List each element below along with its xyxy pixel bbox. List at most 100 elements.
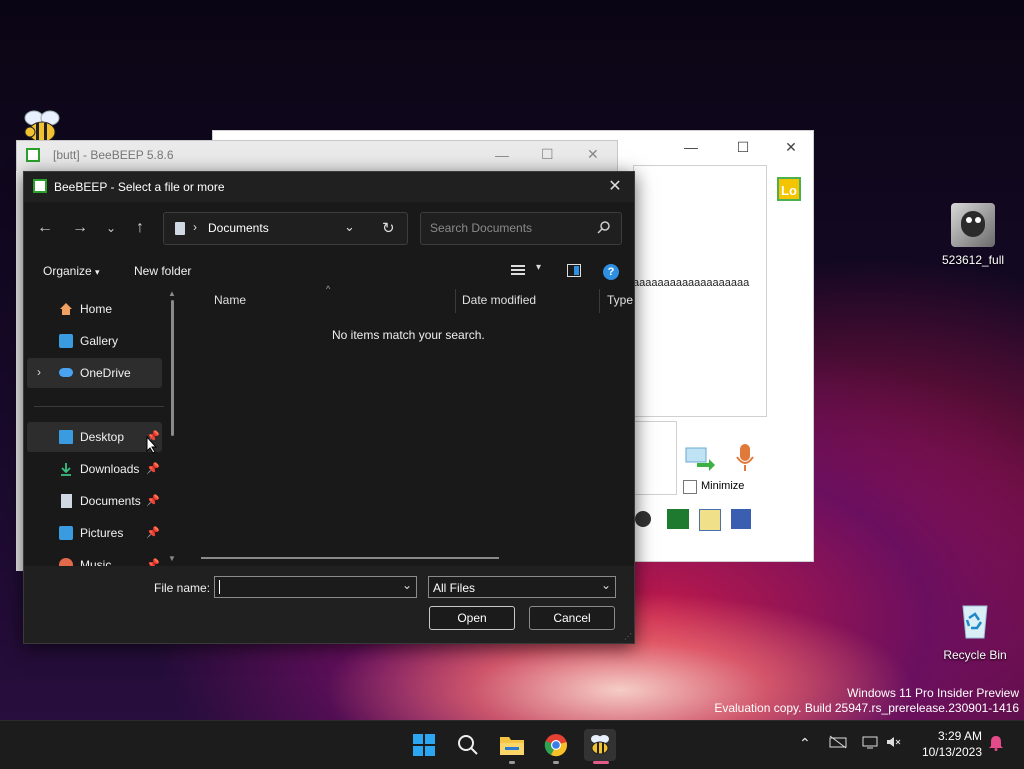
document-icon [61, 494, 72, 508]
start-windows-icon[interactable] [408, 729, 440, 761]
image-thumbnail-icon [951, 203, 995, 247]
address-bar[interactable]: › Documents ⌄ ↻ [163, 212, 408, 245]
new-folder-button[interactable]: New folder [134, 264, 191, 278]
minimize-icon[interactable]: — [681, 139, 701, 155]
clock-date[interactable]: 10/13/2023 [912, 745, 982, 759]
windows-watermark-line2: Evaluation copy. Build 25947.rs_prerelea… [714, 701, 1019, 715]
nav-item-downloads[interactable]: Downloads 📌 [27, 454, 162, 484]
file-name-label: File name: [154, 581, 211, 595]
nav-item-onedrive[interactable]: › OneDrive [27, 358, 162, 388]
document-icon [175, 222, 185, 235]
cancel-button[interactable]: Cancel [529, 606, 615, 630]
nav-item-documents[interactable]: Documents 📌 [27, 486, 162, 516]
file-name-input[interactable]: ⌄ [214, 576, 417, 598]
desktop-icon-recycle-bin[interactable]: Recycle Bin [935, 598, 1015, 662]
nav-item-label: Documents [80, 494, 141, 508]
beebeep-main-window-titlebar: [butt] - BeeBEEP 5.8.6 — ☐ ✕ [16, 140, 618, 172]
search-input[interactable]: Search Documents [430, 221, 532, 235]
minimize-checkbox-label: Minimize [701, 480, 745, 492]
clock-time[interactable]: 3:29 AM [932, 729, 982, 743]
dialog-footer: File name: ⌄ All Files ⌄ Open Cancel ⋰ [24, 566, 634, 643]
running-indicator [553, 761, 559, 764]
minimize-checkbox[interactable] [683, 480, 697, 494]
refresh-icon[interactable]: ↻ [382, 219, 395, 237]
search-box[interactable]: Search Documents [420, 212, 622, 245]
screenshot-icon[interactable] [667, 509, 689, 529]
maximize-icon[interactable]: ☐ [541, 146, 554, 163]
display-icon[interactable] [862, 735, 878, 752]
pin-icon[interactable]: 📌 [146, 462, 160, 475]
chevron-down-icon[interactable]: ⌄ [344, 219, 355, 235]
desktop-icon-image-file[interactable]: 523612_full [933, 203, 1013, 267]
notification-bell-icon[interactable] [988, 735, 1004, 754]
help-icon[interactable]: ? [603, 264, 619, 280]
chevron-down-icon: ▾ [95, 267, 100, 277]
edit-note-icon[interactable] [699, 509, 721, 531]
save-disk-icon[interactable] [731, 509, 751, 529]
nav-item-label: Gallery [80, 334, 119, 348]
column-header-date-modified[interactable]: Date modified [462, 293, 536, 307]
chevron-down-icon[interactable]: ⌄ [402, 578, 412, 592]
column-separator[interactable] [455, 289, 456, 313]
up-arrow-icon[interactable]: ↑ [129, 217, 151, 239]
file-type-filter-select[interactable]: All Files ⌄ [428, 576, 616, 598]
nav-scrollbar[interactable] [171, 300, 174, 436]
search-icon[interactable] [452, 729, 484, 761]
record-icon[interactable] [635, 511, 651, 527]
microphone-icon[interactable] [735, 443, 755, 473]
column-separator[interactable] [599, 289, 600, 313]
close-icon[interactable]: ✕ [587, 146, 599, 163]
nav-divider [34, 406, 164, 407]
send-file-icon[interactable] [685, 445, 715, 471]
network-icon[interactable] [829, 735, 847, 752]
horizontal-scrollbar[interactable] [201, 557, 499, 559]
view-options-icon[interactable] [511, 265, 527, 277]
toolbar-bottom [633, 503, 803, 533]
chevron-up-icon[interactable]: ⌃ [799, 735, 811, 752]
file-explorer-icon[interactable] [496, 729, 528, 761]
running-indicator [509, 761, 515, 764]
chevron-right-icon[interactable]: › [37, 365, 41, 379]
chevron-down-icon[interactable]: ⌄ [100, 217, 122, 239]
preview-pane-icon[interactable] [567, 264, 581, 277]
organize-menu-button[interactable]: Organize ▾ [43, 264, 100, 278]
windows-watermark-line1: Windows 11 Pro Insider Preview [847, 686, 1019, 700]
chevron-down-icon[interactable]: ▾ [536, 262, 541, 273]
close-icon[interactable]: ✕ [604, 176, 626, 198]
search-icon[interactable] [597, 220, 611, 234]
chevron-down-icon[interactable]: ⌄ [601, 578, 611, 592]
scroll-up-icon[interactable]: ▲ [168, 289, 176, 298]
maximize-icon[interactable]: ☐ [733, 139, 753, 155]
column-header-type[interactable]: Type [607, 293, 633, 307]
organize-label: Organize [43, 264, 92, 278]
nav-item-pictures[interactable]: Pictures 📌 [27, 518, 162, 548]
chrome-icon[interactable] [540, 729, 572, 761]
text-caret [219, 580, 220, 594]
breadcrumb-documents[interactable]: Documents [208, 221, 269, 235]
beebeep-taskbar-icon[interactable] [584, 729, 616, 761]
lo-badge[interactable]: Lo [777, 177, 801, 201]
nav-item-gallery[interactable]: Gallery [27, 326, 162, 356]
nav-item-music[interactable]: Music 📌 [27, 550, 162, 566]
resize-grip-icon[interactable]: ⋰ [624, 632, 632, 641]
open-button[interactable]: Open [429, 606, 515, 630]
nav-item-home[interactable]: Home [27, 294, 162, 324]
pin-icon[interactable]: 📌 [146, 526, 160, 539]
file-type-filter-value: All Files [433, 581, 476, 595]
nav-item-label: OneDrive [80, 366, 131, 380]
minimize-icon[interactable]: — [495, 147, 509, 163]
back-arrow-icon[interactable]: ← [34, 217, 56, 239]
home-icon [59, 302, 73, 316]
forward-arrow-icon[interactable]: → [69, 217, 91, 239]
message-input-area[interactable] [633, 421, 677, 495]
scroll-down-icon[interactable]: ▼ [168, 554, 176, 563]
nav-item-desktop[interactable]: Desktop 📌 [27, 422, 162, 452]
chat-log-area [633, 165, 767, 417]
pin-icon[interactable]: 📌 [146, 558, 160, 566]
pin-icon[interactable]: 📌 [146, 494, 160, 507]
nav-item-label: Music [80, 558, 112, 566]
taskbar: ⌃ 3:29 AM 10/13/2023 [0, 720, 1024, 769]
volume-muted-icon[interactable] [886, 735, 902, 752]
column-header-name[interactable]: Name [214, 293, 246, 307]
close-icon[interactable]: ✕ [781, 139, 801, 155]
